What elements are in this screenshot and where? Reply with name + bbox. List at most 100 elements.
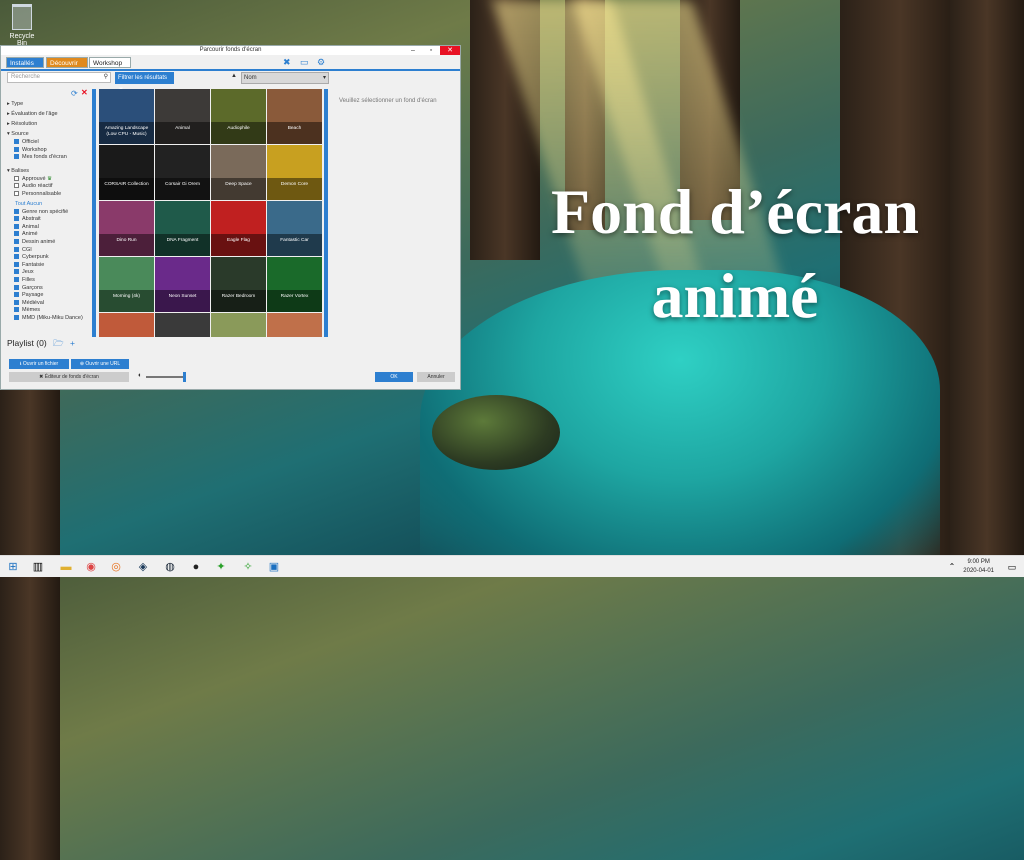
tag-checkbox[interactable]: Abstrait — [7, 216, 91, 224]
wallpaper-tile[interactable]: CORSAIR Collection — [99, 145, 154, 200]
source-workshop-checkbox[interactable]: Workshop — [7, 147, 91, 155]
tag-checkbox[interactable]: Médiéval — [7, 300, 91, 308]
refresh-icon[interactable]: ⟳ — [71, 89, 78, 98]
notifications-icon[interactable]: ▭ — [1004, 559, 1020, 575]
tag-checkbox[interactable]: Animé — [7, 231, 91, 239]
wallpaper-tile[interactable]: Deep Space — [211, 145, 266, 200]
wallpaper-title: DNA Fragment — [155, 234, 210, 256]
tag-checkbox[interactable]: Cyberpunk — [7, 254, 91, 262]
open-file-button[interactable]: ⭳ Ouvrir un fichier — [9, 359, 69, 369]
tag-checkbox[interactable]: Filles — [7, 277, 91, 285]
wallpaper-tile[interactable]: Neon Sunset — [155, 257, 210, 312]
clear-filters-icon[interactable]: ✕ — [81, 88, 88, 97]
filter-group-source[interactable]: ▾ Source — [7, 129, 91, 139]
ok-button[interactable]: OK — [375, 372, 413, 382]
chrome-icon[interactable]: ◉ — [83, 559, 99, 575]
recycle-bin[interactable]: Recycle Bin — [4, 4, 40, 47]
brightness-slider[interactable] — [146, 372, 186, 382]
tag-checkbox[interactable]: Paysage — [7, 292, 91, 300]
wallpaper-tile[interactable]: Eagle Flag — [211, 201, 266, 256]
wallpaper-tile[interactable]: Corsair Gi Orem — [155, 145, 210, 200]
tab-workshop[interactable]: Workshop — [89, 57, 131, 68]
wallpaper-tile[interactable]: Razer Bedroom — [211, 257, 266, 312]
select-all-link[interactable]: Tout — [15, 201, 25, 207]
balise-custom-checkbox[interactable]: Personnalisable — [7, 191, 91, 199]
filter-results-button[interactable]: Filtrer les résultats ▼ — [115, 72, 174, 93]
checkbox-label: Dessin animé — [22, 238, 56, 245]
select-none-link[interactable]: Aucun — [27, 201, 43, 207]
wallpaper-engine-icon[interactable]: ▣ — [266, 559, 282, 575]
tab-discover[interactable]: Découvrir — [46, 57, 88, 68]
steam-alt-icon[interactable]: ◈ — [135, 559, 151, 575]
checkbox-checked — [14, 276, 19, 282]
wallpaper-tile[interactable]: Morning (4k) — [99, 257, 154, 312]
tag-checkbox[interactable]: Garçons — [7, 285, 91, 293]
cancel-button[interactable]: Annuler — [417, 372, 455, 382]
steam-icon[interactable]: ◍ — [162, 559, 178, 575]
open-url-button[interactable]: ⊕ Ouvrir une URL — [71, 359, 129, 369]
maximize-button[interactable]: ▫ — [422, 46, 440, 55]
tag-checkbox[interactable]: Genre non spécifié — [7, 209, 91, 217]
settings-gear-icon[interactable]: ⚙ — [317, 57, 325, 68]
tab-installed[interactable]: Installés — [6, 57, 44, 68]
wallpaper-tile[interactable]: Fantastic Car — [267, 201, 322, 256]
filter-group-age-rating[interactable]: ▸ Évaluation de l'âge — [7, 109, 91, 119]
checkbox-checked — [14, 314, 19, 320]
razer-alt-icon[interactable]: ✧ — [240, 559, 256, 575]
balise-approved-checkbox[interactable]: Approuvé ♛ — [7, 176, 91, 184]
wallpaper-title: Neon Sunset — [155, 290, 210, 312]
start-icon[interactable]: ⊞ — [5, 559, 21, 575]
wallpaper-editor-label: Éditeur de fonds d'écran — [44, 374, 99, 380]
obs-icon[interactable]: ● — [188, 559, 204, 575]
tag-checkbox[interactable]: Fantaisie — [7, 262, 91, 270]
search-input[interactable]: Recherche ⚲ — [7, 72, 111, 83]
wallpaper-tile[interactable] — [267, 313, 322, 337]
firefox-icon[interactable]: ◎ — [108, 559, 124, 575]
wallpaper-tile[interactable] — [99, 313, 154, 337]
close-button[interactable]: ✕ — [440, 46, 460, 55]
tools-icon[interactable]: ✖ — [283, 57, 291, 68]
grid-scrollbar[interactable] — [324, 89, 328, 337]
display-icon[interactable]: ▭ — [300, 57, 309, 68]
tag-checkbox[interactable]: Mèmes — [7, 307, 91, 315]
minimize-button[interactable]: – — [404, 46, 422, 55]
source-official-checkbox[interactable]: Officiel — [7, 139, 91, 147]
sort-direction-icon[interactable]: ▲ — [231, 73, 237, 79]
wallpaper-tile[interactable]: Audiophile — [211, 89, 266, 144]
tag-checkbox[interactable]: Animal — [7, 224, 91, 232]
filter-group-balises[interactable]: ▾ Balises — [7, 166, 91, 176]
system-clock[interactable]: 9:00 PM 2020-04-01 — [963, 558, 994, 576]
wallpaper-tile[interactable]: Demon Core — [267, 145, 322, 200]
tag-checkbox[interactable]: MMD (Miku-Miku Dance) — [7, 315, 91, 323]
checkbox-checked — [14, 254, 19, 260]
title-bar[interactable]: Parcourir fonds d'écran – ▫ ✕ — [1, 46, 460, 55]
tag-checkbox[interactable]: Dessin animé — [7, 239, 91, 247]
filter-group-resolution[interactable]: ▸ Résolution — [7, 119, 91, 129]
wallpaper-tile[interactable]: Beach — [267, 89, 322, 144]
wallpaper-tile[interactable]: Razer Vortex — [267, 257, 322, 312]
task-view-icon[interactable]: ▥ — [30, 559, 46, 575]
add-icon[interactable]: + — [70, 338, 75, 348]
wallpaper-title: Deep Space — [211, 178, 266, 200]
wallpaper-tile[interactable] — [155, 313, 210, 337]
balise-audio-checkbox[interactable]: Audio réactif — [7, 183, 91, 191]
wallpaper-tile[interactable] — [211, 313, 266, 337]
source-mine-checkbox[interactable]: Mes fonds d'écran — [7, 154, 91, 162]
chevron-up-icon[interactable]: ⌃ — [944, 559, 960, 575]
filter-group-label: Source — [11, 131, 29, 137]
razer-icon[interactable]: ✦ — [213, 559, 229, 575]
sort-select[interactable]: Nom ▾ — [241, 72, 329, 84]
file-explorer-icon[interactable]: ▬ — [58, 559, 74, 575]
wallpaper-tile[interactable]: Amazing Landscape (Low CPU - Music) — [99, 89, 154, 144]
slider-knob[interactable] — [183, 372, 186, 382]
wallpaper-tile[interactable]: Dino Run — [99, 201, 154, 256]
folder-open-icon[interactable]: 🗁 — [53, 338, 64, 348]
tag-checkbox[interactable]: Jeux — [7, 269, 91, 277]
checkbox-checked — [14, 223, 19, 229]
wallpaper-tile[interactable]: Animal — [155, 89, 210, 144]
filter-scrollbar[interactable] — [92, 89, 96, 337]
filter-group-type[interactable]: ▸ Type — [7, 99, 91, 109]
wallpaper-tile[interactable]: DNA Fragment — [155, 201, 210, 256]
wallpaper-editor-button[interactable]: ✖ Éditeur de fonds d'écran — [9, 372, 129, 382]
tag-checkbox[interactable]: CGI — [7, 247, 91, 255]
